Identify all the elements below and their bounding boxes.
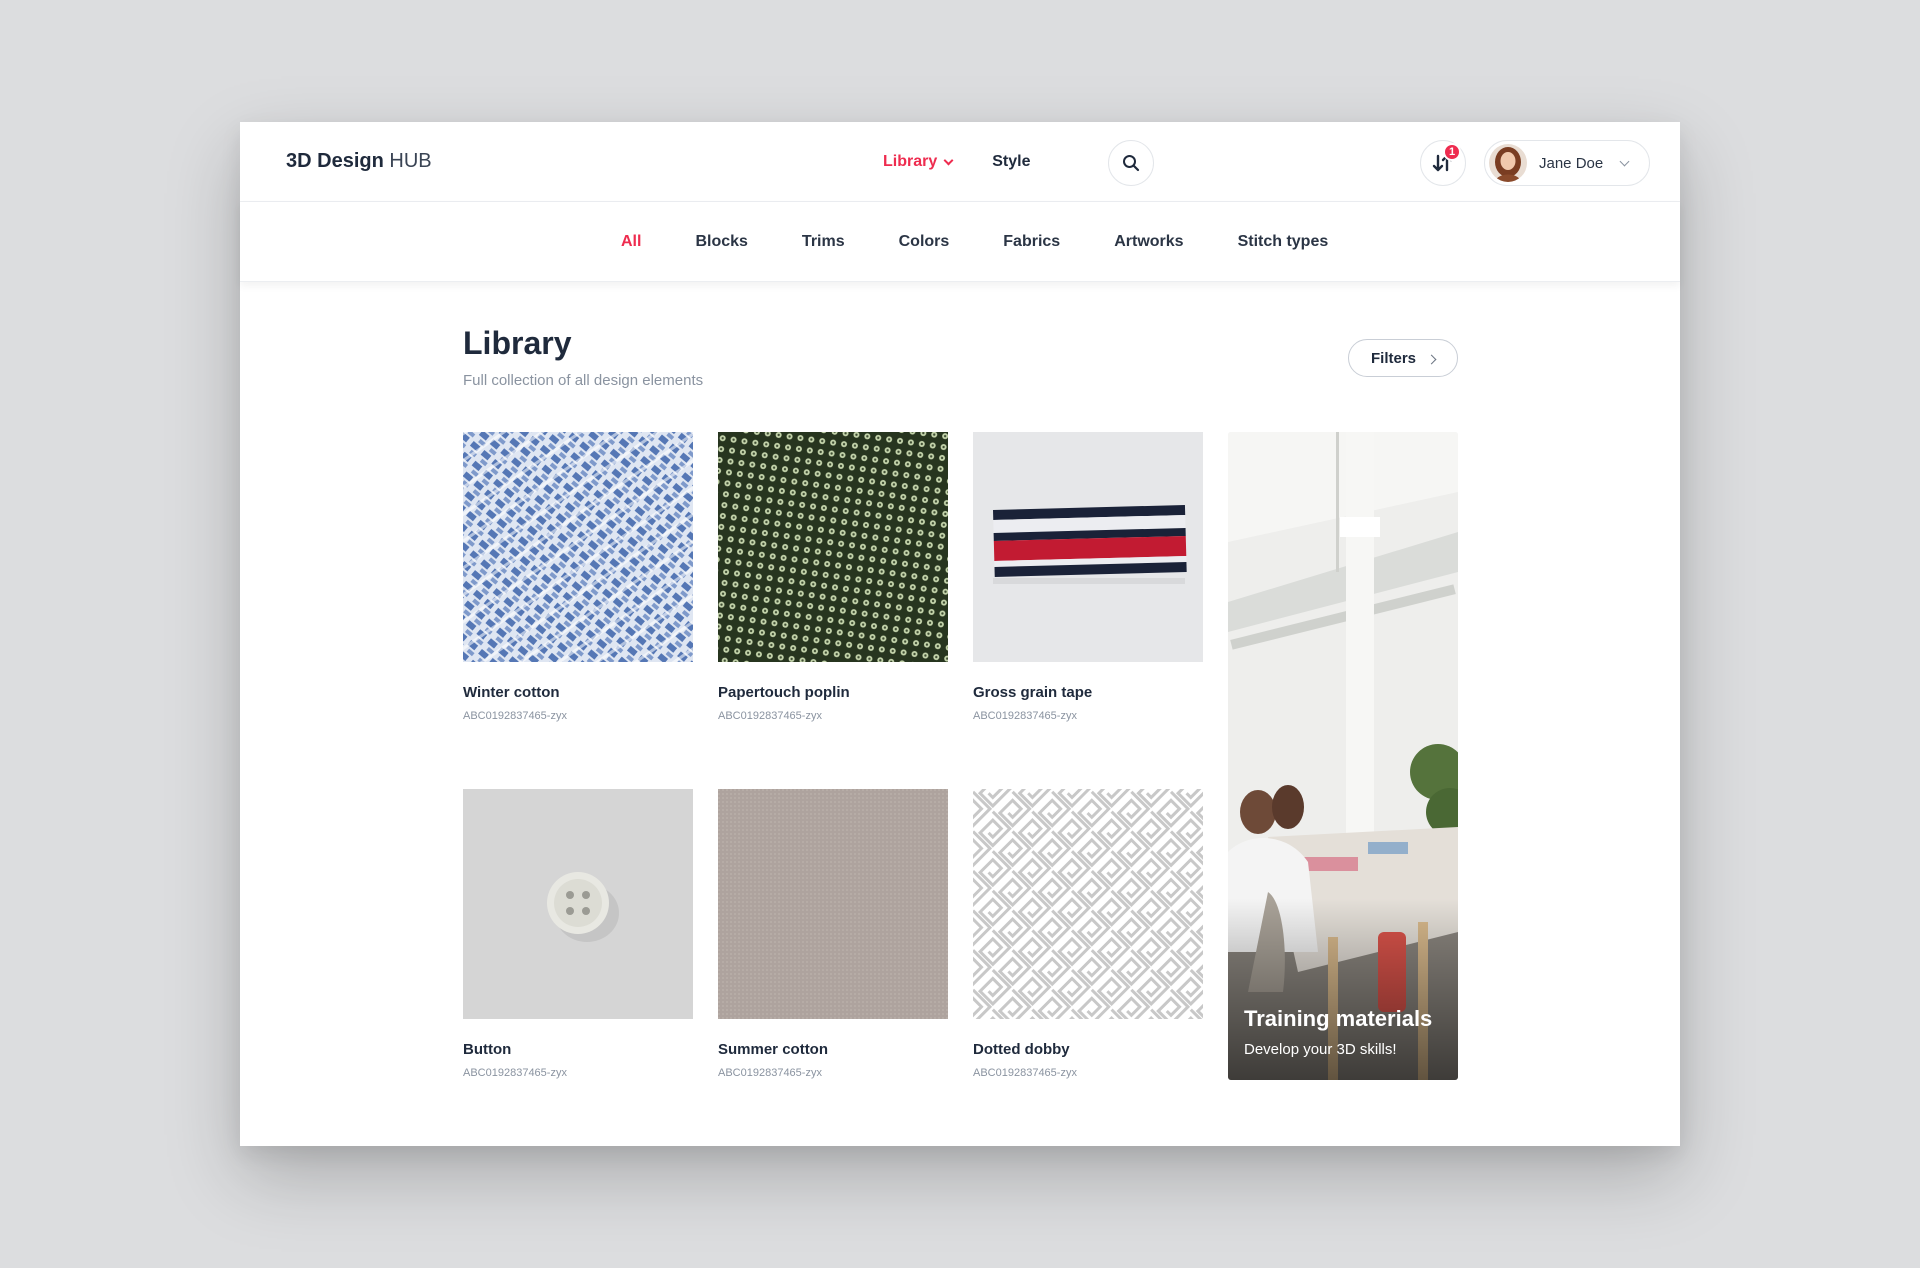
category-nav: All Blocks Trims Colors Fabrics Artworks… xyxy=(240,202,1680,282)
chevron-down-icon xyxy=(1619,156,1630,166)
library-item[interactable]: Summer cotton ABC0192837465-zyx xyxy=(718,789,948,1079)
search-icon xyxy=(1123,155,1140,172)
item-thumbnail xyxy=(718,432,948,662)
nav-style-label: Style xyxy=(992,153,1031,170)
tab-artworks[interactable]: Artworks xyxy=(1114,233,1183,251)
filters-button[interactable]: Filters xyxy=(1348,339,1458,377)
page-title: Library xyxy=(463,325,572,361)
notification-badge: 1 xyxy=(1443,143,1461,161)
app-window: 3D Design HUB Library Style 1 Jane Doe A… xyxy=(240,122,1680,1146)
transfer-button[interactable]: 1 xyxy=(1420,140,1466,186)
item-name: Winter cotton xyxy=(463,684,560,701)
training-materials-card[interactable]: Training materials Develop your 3D skill… xyxy=(1228,432,1458,1080)
item-thumbnail xyxy=(973,789,1203,1019)
training-photo xyxy=(1228,432,1458,1080)
promo-subtitle: Develop your 3D skills! xyxy=(1244,1041,1397,1058)
item-name: Papertouch poplin xyxy=(718,684,850,701)
library-item[interactable]: Dotted dobby ABC0192837465-zyx xyxy=(973,789,1203,1079)
chevron-down-icon xyxy=(943,155,954,165)
logo-light-text: HUB xyxy=(389,150,432,172)
nav-style[interactable]: Style xyxy=(992,153,1030,171)
tab-all[interactable]: All xyxy=(621,233,641,251)
logo-bold-text: 3D Design xyxy=(286,150,384,172)
tab-colors[interactable]: Colors xyxy=(899,233,950,251)
search-button[interactable] xyxy=(1108,140,1154,186)
library-item[interactable]: Gross grain tape ABC0192837465-zyx xyxy=(973,432,1203,722)
item-code: ABC0192837465-zyx xyxy=(973,710,1077,722)
chevron-right-icon xyxy=(1426,354,1437,364)
item-code: ABC0192837465-zyx xyxy=(463,1067,567,1079)
item-thumbnail xyxy=(463,432,693,662)
user-menu[interactable]: Jane Doe xyxy=(1484,140,1650,186)
tab-blocks[interactable]: Blocks xyxy=(695,233,747,251)
tab-stitch-types[interactable]: Stitch types xyxy=(1238,233,1329,251)
item-name: Button xyxy=(463,1041,512,1058)
library-item[interactable]: Button ABC0192837465-zyx xyxy=(463,789,693,1079)
item-thumbnail xyxy=(463,789,693,1019)
library-item[interactable]: Papertouch poplin ABC0192837465-zyx xyxy=(718,432,948,722)
tab-trims[interactable]: Trims xyxy=(802,233,845,251)
library-item[interactable]: Winter cotton ABC0192837465-zyx xyxy=(463,432,693,722)
item-thumbnail xyxy=(718,789,948,1019)
item-code: ABC0192837465-zyx xyxy=(718,1067,822,1079)
user-name: Jane Doe xyxy=(1539,154,1604,172)
avatar xyxy=(1489,144,1527,182)
item-code: ABC0192837465-zyx xyxy=(718,710,822,722)
item-code: ABC0192837465-zyx xyxy=(463,710,567,722)
item-name: Dotted dobby xyxy=(973,1041,1070,1058)
nav-library-label: Library xyxy=(883,153,938,170)
item-thumbnail xyxy=(973,432,1203,662)
top-header: 3D Design HUB Library Style 1 Jane Doe xyxy=(240,122,1680,202)
promo-title: Training materials xyxy=(1244,1006,1433,1031)
filters-label: Filters xyxy=(1370,349,1416,367)
main-nav: Library Style xyxy=(883,153,1031,171)
item-name: Gross grain tape xyxy=(973,684,1093,701)
page-subtitle: Full collection of all design elements xyxy=(463,372,704,389)
item-name: Summer cotton xyxy=(718,1041,829,1058)
tab-fabrics[interactable]: Fabrics xyxy=(1003,233,1060,251)
app-logo[interactable]: 3D Design HUB xyxy=(286,150,432,173)
item-code: ABC0192837465-zyx xyxy=(973,1067,1077,1079)
nav-library[interactable]: Library xyxy=(883,153,954,171)
